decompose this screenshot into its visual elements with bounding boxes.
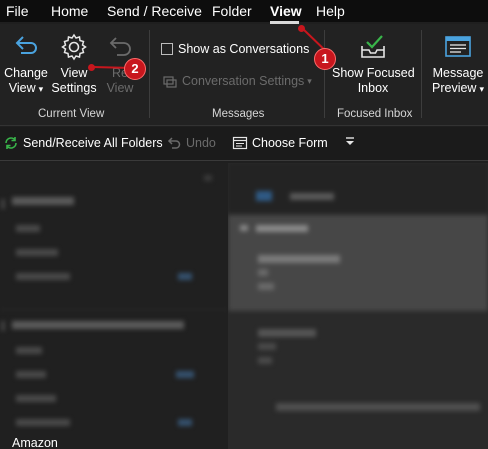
marker-anchor-dot [298,25,305,32]
annotation-marker-1: 1 [314,48,336,70]
annotation-marker-2: 2 [124,58,146,80]
marker-anchor-dot [88,64,95,71]
annotation-overlay [91,27,333,69]
